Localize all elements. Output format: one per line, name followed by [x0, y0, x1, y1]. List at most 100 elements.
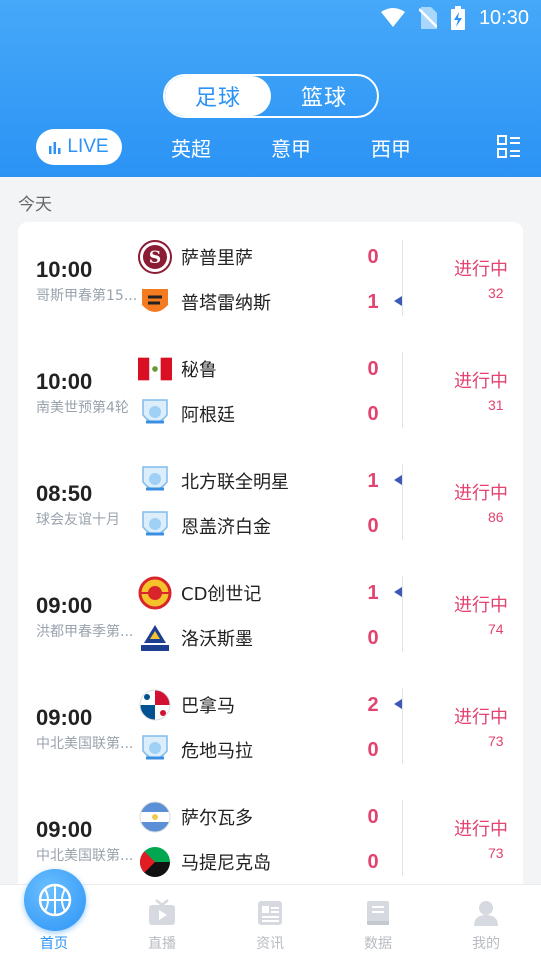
martinique-flag-icon — [138, 845, 172, 879]
home-fab[interactable] — [24, 869, 86, 931]
status-time: 10:30 — [478, 6, 529, 29]
away-team: 普塔雷纳斯 — [138, 284, 271, 320]
away-team-name: 恩盖济白金 — [181, 517, 271, 538]
nav-mine[interactable]: 我的 — [432, 885, 540, 958]
match-league: 南美世预第4轮 — [36, 400, 129, 416]
sport-toggle: 足球 篮球 — [163, 74, 379, 118]
tab-basketball[interactable]: 篮球 — [271, 76, 377, 116]
divider — [402, 352, 403, 428]
home-team-name: 秘鲁 — [181, 360, 217, 381]
away-team: 危地马拉 — [138, 732, 253, 768]
match-minute: 74 — [488, 621, 504, 637]
panama-flag-icon — [138, 688, 172, 722]
tab-live-label: LIVE — [67, 136, 109, 157]
match-league: 洪都甲春季第... — [36, 624, 134, 640]
match-time: 09:00 — [36, 817, 93, 842]
away-score: 0 — [367, 515, 379, 537]
attacking-indicator-icon — [394, 296, 402, 306]
away-team-name: 马提尼克岛 — [181, 853, 271, 874]
divider — [402, 240, 403, 316]
home-team-name: CD创世记 — [181, 584, 262, 605]
tab-serie-a[interactable]: 意甲 — [271, 133, 311, 162]
nav-data[interactable]: 数据 — [324, 885, 432, 958]
match-league: 球会友谊十月 — [36, 512, 120, 528]
match-time: 08:50 — [36, 481, 93, 506]
match-minute: 32 — [488, 285, 504, 301]
away-team: 恩盖济白金 — [138, 508, 271, 544]
away-team-name: 阿根廷 — [181, 405, 235, 426]
attacking-indicator-icon — [394, 587, 402, 597]
nav-data-label: 数据 — [364, 936, 392, 952]
home-team: 萨尔瓦多 — [138, 799, 253, 835]
match-minute: 86 — [488, 509, 504, 525]
attacking-indicator-icon — [394, 699, 402, 709]
away-team-name: 危地马拉 — [181, 741, 253, 762]
tab-football[interactable]: 足球 — [165, 76, 271, 116]
match-time: 09:00 — [36, 705, 93, 730]
away-score: 0 — [367, 739, 379, 761]
divider — [402, 800, 403, 876]
match-minute: 73 — [488, 845, 504, 861]
away-score: 1 — [367, 291, 379, 313]
match-league: 中北美国联第... — [36, 848, 134, 864]
nav-live[interactable]: 直播 — [108, 885, 216, 958]
news-icon — [258, 901, 282, 925]
league-tabs: LIVE 英超 意甲 西甲 — [0, 127, 541, 167]
tv-icon — [149, 899, 175, 925]
home-team: CD创世记 — [138, 575, 261, 611]
match-time: 10:00 — [36, 257, 93, 282]
league-menu-icon[interactable] — [497, 135, 521, 159]
match-row[interactable]: 09:00 中北美国联第... 萨尔瓦多 马提尼克岛 0 0 进行中 73 — [18, 782, 523, 894]
status-bar: 10:30 — [380, 6, 529, 30]
match-status: 进行中 — [454, 595, 508, 616]
cd-genesis-logo-icon — [138, 576, 172, 610]
wifi-icon — [380, 8, 405, 27]
match-status: 进行中 — [454, 819, 508, 840]
home-score: 1 — [367, 582, 379, 604]
home-team: 巴拿马 — [138, 687, 235, 723]
tab-live[interactable]: LIVE — [36, 129, 122, 165]
attacking-indicator-icon — [394, 475, 402, 485]
home-team-name: 萨普里萨 — [181, 248, 253, 269]
match-row[interactable]: 10:00 哥斯甲春第15... S 萨普里萨 普塔雷纳斯 0 1 进行中 32 — [18, 222, 523, 334]
default-team-logo-icon — [138, 509, 172, 543]
match-status: 进行中 — [454, 707, 508, 728]
match-minute: 73 — [488, 733, 504, 749]
match-status: 进行中 — [454, 259, 508, 280]
nav-news[interactable]: 资讯 — [216, 885, 324, 958]
match-league: 中北美国联第... — [36, 736, 134, 752]
tab-la-liga[interactable]: 西甲 — [371, 133, 411, 162]
default-team-logo-icon — [138, 733, 172, 767]
home-score: 2 — [367, 694, 379, 716]
nav-news-label: 资讯 — [256, 936, 284, 952]
home-score: 1 — [367, 470, 379, 492]
lobos-logo-icon — [138, 621, 172, 655]
away-score: 0 — [367, 851, 379, 873]
puntarenas-logo-icon — [138, 285, 172, 319]
home-team-name: 巴拿马 — [181, 696, 235, 717]
divider — [402, 464, 403, 540]
tab-premier-league[interactable]: 英超 — [171, 133, 211, 162]
away-team: 洛沃斯墨 — [138, 620, 253, 656]
away-team-name: 洛沃斯墨 — [181, 629, 253, 650]
nav-mine-label: 我的 — [472, 936, 500, 952]
divider — [402, 576, 403, 652]
home-team-name: 萨尔瓦多 — [181, 808, 253, 829]
home-team: 北方联全明星 — [138, 463, 289, 499]
divider — [402, 688, 403, 764]
match-league: 哥斯甲春第15... — [36, 288, 138, 304]
no-sim-icon — [418, 7, 437, 29]
saprissa-logo-icon: S — [138, 240, 172, 274]
home-score: 0 — [367, 246, 379, 268]
home-score: 0 — [367, 358, 379, 380]
data-book-icon — [367, 901, 389, 925]
home-score: 0 — [367, 806, 379, 828]
battery-charging-icon — [450, 6, 465, 30]
match-row[interactable]: 10:00 南美世预第4轮 秘鲁 阿根廷 0 0 进行中 31 — [18, 334, 523, 446]
match-row[interactable]: 08:50 球会友谊十月 北方联全明星 恩盖济白金 1 0 进行中 86 — [18, 446, 523, 558]
nav-home[interactable]: 首页 — [0, 869, 108, 958]
match-row[interactable]: 09:00 中北美国联第... 巴拿马 危地马拉 2 0 进行中 73 — [18, 670, 523, 782]
match-time: 09:00 — [36, 593, 93, 618]
match-row[interactable]: 09:00 洪都甲春季第... CD创世记 洛沃斯墨 1 0 进行中 74 — [18, 558, 523, 670]
home-team-name: 北方联全明星 — [181, 472, 289, 493]
